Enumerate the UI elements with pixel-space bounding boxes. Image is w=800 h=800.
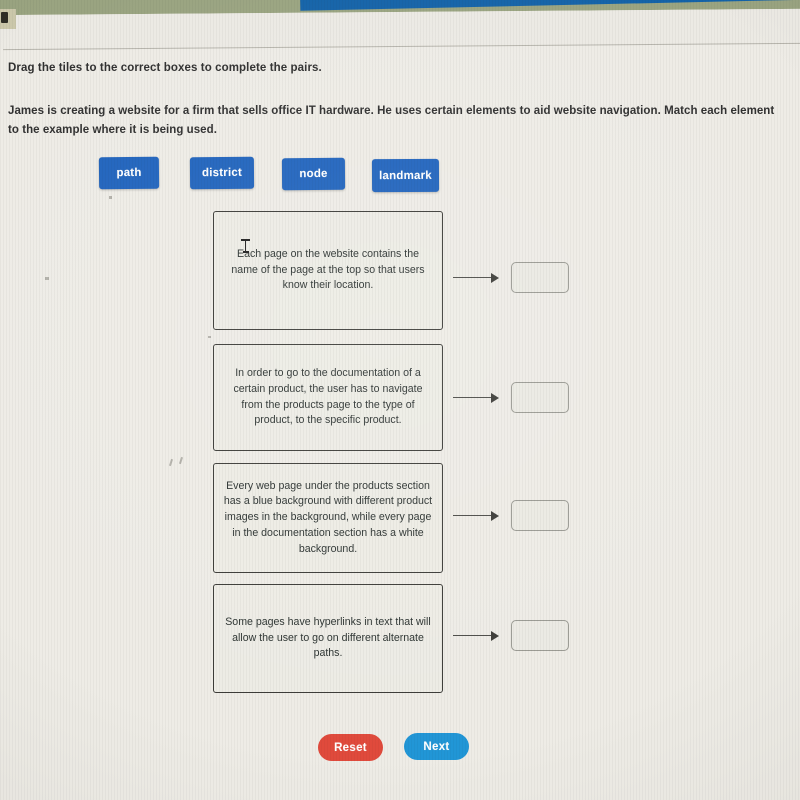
- photographed-screen: Drag the tiles to the correct boxes to c…: [0, 0, 800, 800]
- drop-target-2[interactable]: [511, 382, 569, 413]
- statement-box-2: In order to go to the documentation of a…: [213, 344, 443, 451]
- tile-landmark[interactable]: landmark: [371, 158, 440, 193]
- question-prompt: James is creating a website for a firm t…: [8, 105, 775, 136]
- drop-target-1[interactable]: [511, 262, 569, 293]
- drop-target-4[interactable]: [511, 620, 569, 651]
- text-cursor-icon: [241, 238, 250, 253]
- statement-text: In order to go to the documentation of a…: [233, 367, 423, 427]
- drop-target-3[interactable]: [511, 500, 569, 531]
- question-content: Drag the tiles to the correct boxes to c…: [0, 0, 800, 800]
- tile-label: landmark: [379, 169, 432, 182]
- photo-speck: [45, 277, 49, 280]
- tile-path[interactable]: path: [98, 156, 160, 190]
- drag-instruction: Drag the tiles to the correct boxes to c…: [8, 62, 322, 74]
- tile-label: district: [201, 166, 243, 180]
- statement-box-4: Some pages have hyperlinks in text that …: [213, 584, 443, 693]
- connector-arrow-2: [453, 392, 501, 404]
- connector-arrow-4: [453, 630, 501, 642]
- statement-box-3: Every web page under the products sectio…: [213, 463, 443, 573]
- tile-label: path: [116, 166, 142, 180]
- photo-speck: [208, 336, 211, 338]
- photo-speck: [178, 456, 184, 465]
- connector-arrow-1: [453, 272, 501, 284]
- tile-node[interactable]: node: [281, 157, 346, 191]
- connector-arrow-3: [453, 510, 501, 522]
- next-button[interactable]: Next: [404, 733, 469, 760]
- statement-box-1: Each page on the website contains the na…: [213, 211, 443, 330]
- photo-speck: [109, 196, 112, 199]
- statement-text: Some pages have hyperlinks in text that …: [225, 615, 431, 660]
- statement-text: Every web page under the products sectio…: [223, 479, 433, 555]
- tile-district[interactable]: district: [189, 156, 255, 190]
- statement-text: Each page on the website contains the na…: [231, 247, 425, 292]
- reset-button[interactable]: Reset: [318, 734, 383, 761]
- tile-label: node: [299, 167, 328, 181]
- photo-speck: [168, 458, 174, 467]
